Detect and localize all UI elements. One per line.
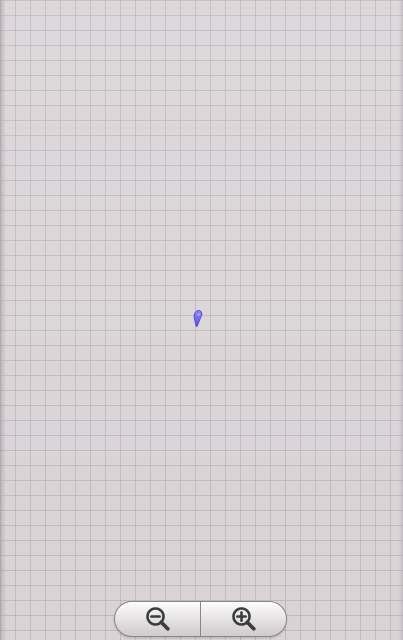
zoom-out-icon	[144, 605, 172, 633]
location-marker-icon[interactable]	[191, 309, 205, 329]
zoom-out-button[interactable]	[115, 602, 200, 636]
map-view[interactable]	[0, 0, 403, 640]
left-edge-shadow	[0, 0, 6, 640]
zoom-in-button[interactable]	[201, 602, 286, 636]
zoom-control	[114, 601, 287, 637]
right-edge-shadow	[399, 0, 403, 640]
zoom-in-icon	[230, 605, 258, 633]
